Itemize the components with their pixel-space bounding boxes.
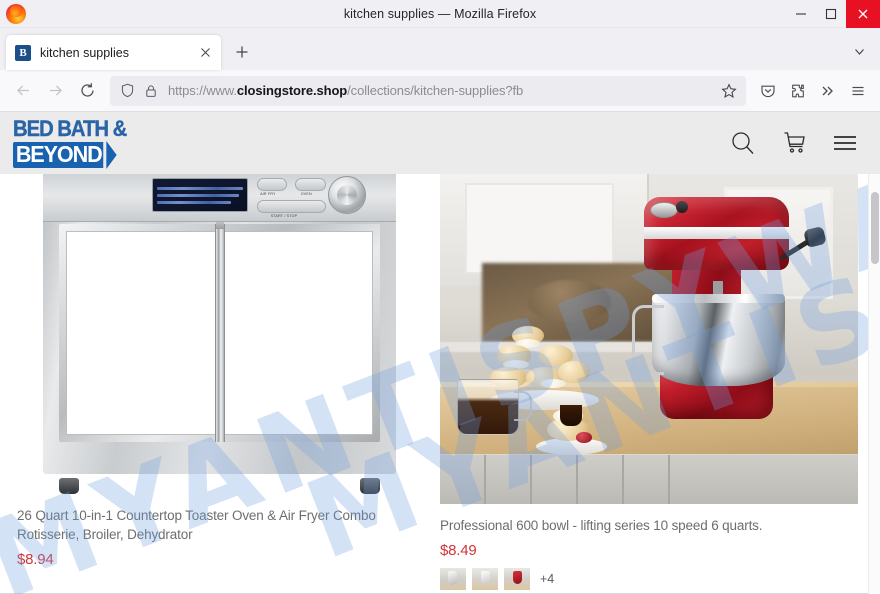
product-image-oven[interactable]: AIR FRY OVEN START / STOP — [14, 174, 425, 494]
oven-button-label-startstop: START / STOP — [270, 214, 298, 218]
reload-button[interactable] — [71, 75, 103, 107]
page-viewport: MYANTISPYWARE.COM MYANTISPYWARE.COM AIR … — [0, 174, 880, 594]
oven-button-label-airfry: AIR FRY — [260, 192, 276, 196]
extensions-puzzle-icon[interactable] — [783, 76, 813, 106]
navigation-toolbar: https://www.closingstore.shop/collection… — [0, 70, 880, 112]
tab-title: kitchen supplies — [40, 45, 129, 60]
app-menu-hamburger-icon[interactable] — [843, 76, 873, 106]
site-menu-hamburger-icon[interactable] — [832, 130, 858, 156]
dessert-plate — [536, 405, 608, 458]
back-button[interactable] — [7, 75, 39, 107]
logo-line-two: BEYOND — [13, 141, 104, 168]
new-tab-button[interactable] — [227, 37, 257, 67]
tab-strip: B kitchen supplies — [0, 28, 880, 70]
site-header-actions — [730, 130, 858, 156]
url-host: closingstore.shop — [236, 83, 348, 98]
product-card[interactable]: AIR FRY OVEN START / STOP 26 Quart 10-in… — [0, 174, 433, 590]
site-header: BED BATH & BEYOND — [0, 112, 880, 174]
product-image-mixer[interactable] — [440, 174, 858, 504]
oven-display — [152, 178, 248, 212]
url-path: /collections/kitchen-supplies?fb — [347, 83, 524, 98]
forward-button[interactable] — [39, 75, 71, 107]
product-price: $8.49 — [440, 542, 477, 560]
title-bar: kitchen supplies — Mozilla Firefox — [0, 0, 880, 28]
browser-window: kitchen supplies — Mozilla Firefox B kit… — [0, 0, 880, 594]
syrup-jug — [456, 378, 532, 435]
more-variants-count[interactable]: +4 — [540, 572, 554, 586]
product-variant-swatches: +4 — [440, 568, 852, 591]
variant-swatch[interactable] — [504, 568, 530, 591]
site-logo[interactable]: BED BATH & BEYOND — [13, 115, 136, 169]
variant-swatch[interactable] — [440, 568, 466, 591]
url-prefix: https://www. — [168, 83, 237, 98]
product-price: $8.94 — [17, 551, 54, 569]
tab-close-icon[interactable] — [195, 43, 215, 63]
variant-swatch[interactable] — [472, 568, 498, 591]
product-grid: AIR FRY OVEN START / STOP 26 Quart 10-in… — [0, 174, 866, 591]
oven-dial-knob — [328, 176, 367, 214]
browser-tab[interactable]: B kitchen supplies — [6, 35, 221, 70]
url-bar[interactable]: https://www.closingstore.shop/collection… — [110, 75, 746, 106]
product-title[interactable]: 26 Quart 10-in-1 Countertop Toaster Oven… — [17, 506, 419, 544]
list-all-tabs-icon[interactable] — [844, 36, 874, 66]
product-title[interactable]: Professional 600 bowl - lifting series 1… — [440, 516, 852, 535]
minimize-button[interactable] — [786, 0, 816, 28]
window-title: kitchen supplies — Mozilla Firefox — [343, 6, 537, 21]
pocket-icon[interactable] — [753, 76, 783, 106]
product-meta: 26 Quart 10-in-1 Countertop Toaster Oven… — [0, 494, 433, 568]
window-controls — [786, 0, 880, 28]
search-icon[interactable] — [730, 130, 756, 156]
padlock-icon[interactable] — [144, 84, 158, 98]
product-card[interactable]: Professional 600 bowl - lifting series 1… — [433, 174, 866, 591]
tab-favicon-icon: B — [15, 44, 31, 61]
cart-icon[interactable] — [781, 130, 807, 156]
close-button[interactable] — [846, 0, 880, 28]
stand-mixer — [632, 181, 833, 452]
overflow-chevrons-icon[interactable] — [813, 76, 843, 106]
logo-wedge-shape — [106, 140, 117, 169]
url-text[interactable]: https://www.closingstore.shop/collection… — [168, 83, 718, 98]
scrollbar-thumb[interactable] — [871, 192, 879, 264]
maximize-button[interactable] — [816, 0, 846, 28]
bookmark-star-icon[interactable] — [718, 82, 740, 99]
oven-button-label-oven: OVEN — [300, 192, 312, 196]
product-meta: Professional 600 bowl - lifting series 1… — [433, 504, 866, 591]
page-scrollbar[interactable] — [868, 174, 880, 594]
logo-line-one: BED BATH & — [13, 115, 128, 141]
shield-icon[interactable] — [120, 83, 135, 98]
